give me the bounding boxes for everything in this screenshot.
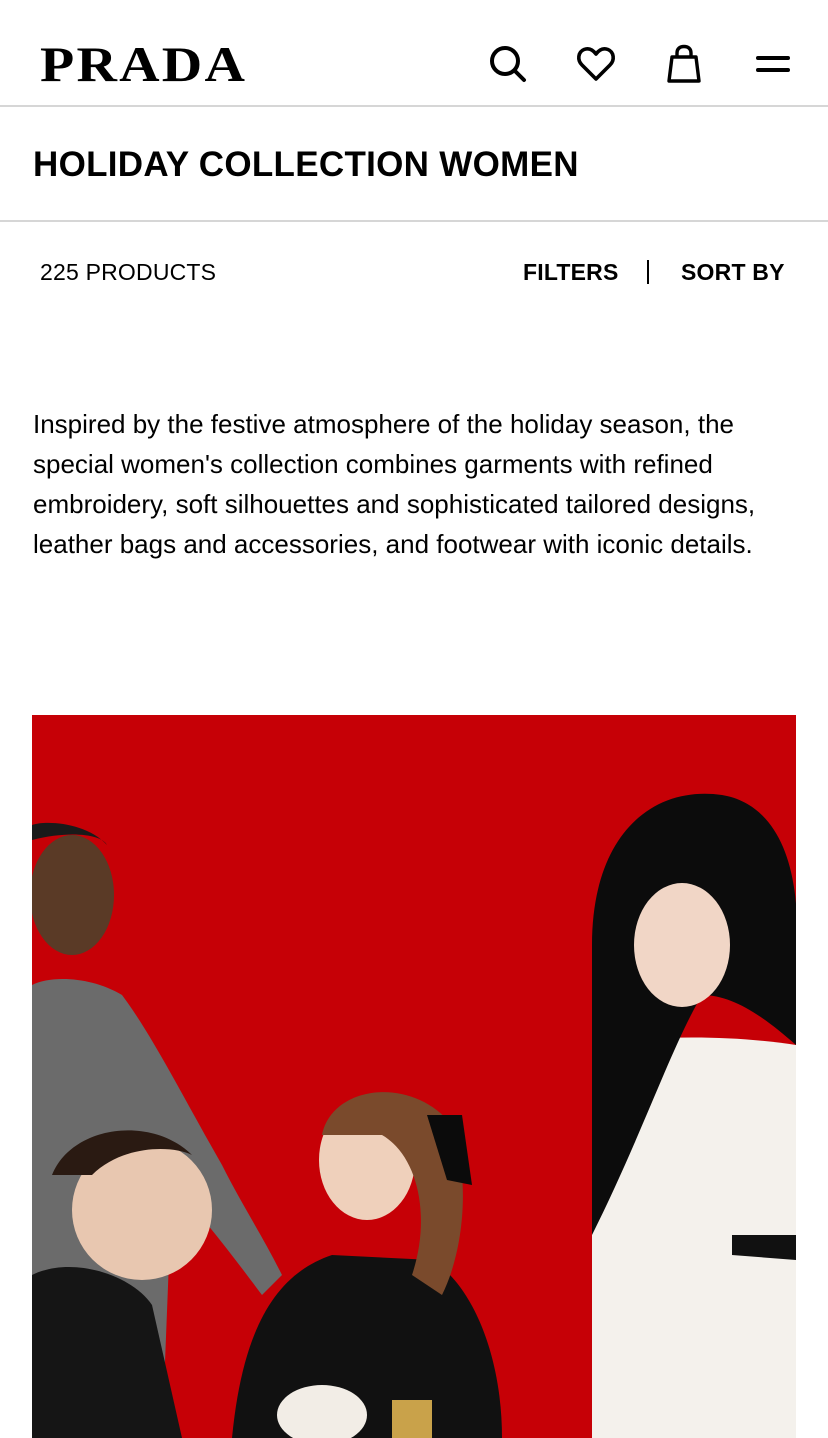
menu-icon[interactable] bbox=[748, 40, 796, 88]
title-bar: HOLIDAY COLLECTION WOMEN bbox=[0, 107, 828, 222]
sort-by-button[interactable]: SORT BY bbox=[681, 259, 785, 286]
page-title: HOLIDAY COLLECTION WOMEN bbox=[33, 145, 579, 184]
heart-icon[interactable] bbox=[572, 40, 620, 88]
site-header: PRADA bbox=[0, 0, 828, 107]
brand-logo[interactable]: PRADA bbox=[40, 38, 247, 90]
filters-button[interactable]: FILTERS bbox=[523, 259, 619, 286]
bag-icon[interactable] bbox=[660, 40, 708, 88]
toolbar-divider bbox=[647, 260, 649, 284]
listing-toolbar: 225 PRODUCTS FILTERS SORT BY bbox=[0, 222, 828, 322]
hero-photo-illustration bbox=[32, 715, 796, 1438]
search-icon[interactable] bbox=[484, 40, 532, 88]
product-count: 225 PRODUCTS bbox=[40, 259, 217, 285]
hero-image[interactable] bbox=[32, 715, 796, 1438]
collection-description: Inspired by the festive atmosphere of th… bbox=[33, 409, 756, 559]
